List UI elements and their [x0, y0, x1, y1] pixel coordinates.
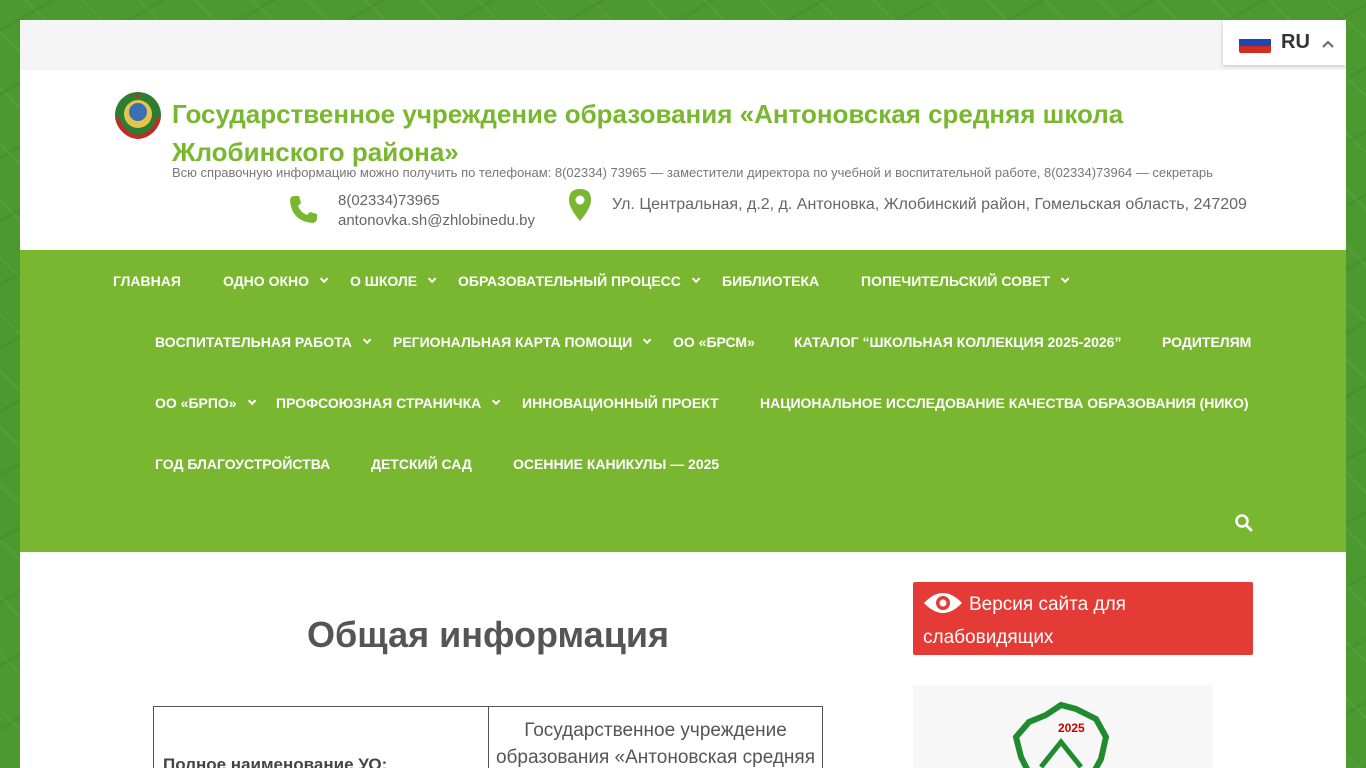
chevron-up-icon [1322, 35, 1334, 51]
nav-item-upbringing[interactable]: Воспитательная работа [155, 311, 372, 372]
top-bar: RU [20, 20, 1346, 70]
nav-item-innovation-project[interactable]: Инновационный проект [522, 372, 719, 433]
nav-label: ОО «БРСМ» [673, 333, 755, 350]
nav-item-brsm[interactable]: ОО «БРСМ» [673, 311, 755, 372]
nav-label: Одно окно [223, 272, 310, 289]
info-table: Полное наименование УО: Государственное … [153, 706, 823, 768]
page: RU Государственное учреждение образовани… [20, 20, 1346, 768]
table-cell-value: Государственное учреждение образования «… [495, 720, 816, 768]
main-content: Общая информация Полное наименование УО:… [20, 552, 1346, 768]
nav-item-kindergarten[interactable]: Детский сад [371, 433, 472, 494]
nav-item-catalog[interactable]: Каталог “Школьная коллекция 2025-2026” [794, 311, 1121, 372]
site-description: Всю справочную информацию можно получить… [172, 165, 1213, 180]
nav-row: Воспитательная работа Региональная карта… [20, 311, 1346, 372]
nav-label: Библиотека [722, 272, 820, 289]
main-navigation: Главная Одно окно О школе Образовательны… [20, 250, 1346, 552]
chevron-down-icon [319, 274, 329, 283]
nav-label: Региональная карта помощи [393, 333, 633, 350]
emblem-icon[interactable] [113, 90, 163, 140]
year-logo-widget[interactable]: 2025 [913, 685, 1213, 768]
nav-item-library[interactable]: Библиотека [722, 250, 819, 311]
nav-item-one-window[interactable]: Одно окно [223, 250, 329, 311]
nav-label: Национальное исследование качества образ… [760, 394, 1249, 411]
nav-row: ОО «БРПО» Профсоюзная страничка Инноваци… [20, 372, 1346, 433]
nav-item-brpo[interactable]: ОО «БРПО» [155, 372, 256, 433]
language-switcher[interactable]: RU [1223, 20, 1346, 65]
nav-label: Осенние каникулы — 2025 [513, 455, 720, 472]
contact-address: Ул. Центральная, д.2, д. Антоновка, Жлоб… [612, 196, 1247, 213]
chevron-down-icon [492, 396, 501, 405]
russia-flag-icon [1239, 31, 1271, 54]
nav-label: Профсоюзная страничка [276, 394, 482, 411]
nav-item-niko[interactable]: Национальное исследование качества образ… [760, 372, 1249, 433]
nav-label: Инновационный проект [522, 394, 719, 411]
search-icon[interactable] [1234, 513, 1254, 533]
widget-year: 2025 [1058, 721, 1085, 735]
contact-block: 8(02334)73965 antonovka.sh@zhlobinedu.by [338, 191, 535, 231]
low-vision-version-button[interactable]: Версия сайта для слабовидящих [913, 582, 1253, 655]
nav-label: Год благоустройства [155, 455, 331, 472]
nav-item-year-of-improvement[interactable]: Год благоустройства [155, 433, 330, 494]
site-title[interactable]: Государственное учреждение образования «… [172, 95, 1132, 171]
table-row-label: Полное наименование УО: [163, 755, 388, 768]
map-pin-icon [569, 189, 591, 221]
page-title: Общая информация [307, 614, 669, 655]
chevron-down-icon [1060, 274, 1070, 283]
nav-label: Родителям [1162, 333, 1252, 350]
nav-label: Образовательный процесс [458, 272, 681, 289]
contact-phone[interactable]: 8(02334)73965 [338, 191, 535, 211]
chevron-down-icon [362, 335, 372, 344]
nav-label: Воспитательная работа [155, 333, 352, 350]
contact-email[interactable]: antonovka.sh@zhlobinedu.by [338, 211, 535, 231]
chevron-down-icon [247, 396, 256, 405]
nav-item-autumn-holidays[interactable]: Осенние каникулы — 2025 [513, 433, 719, 494]
chevron-down-icon [643, 335, 652, 344]
nav-row: Год благоустройства Детский сад Осенние … [20, 433, 1346, 494]
nav-item-parents[interactable]: Родителям [1162, 311, 1251, 372]
nav-label: Попечительский совет [861, 272, 1050, 289]
nav-label: Детский сад [371, 455, 472, 472]
table-cell-label: Полное наименование УО: [154, 707, 489, 768]
phone-icon [290, 196, 317, 223]
chevron-down-icon [691, 274, 701, 283]
site-header: Государственное учреждение образования «… [20, 70, 1346, 250]
nav-label: О школе [350, 272, 418, 289]
chevron-down-icon [427, 274, 437, 283]
nav-label: ОО «БРПО» [155, 394, 237, 411]
nav-item-board-of-trustees[interactable]: Попечительский совет [861, 250, 1070, 311]
nav-item-trade-union[interactable]: Профсоюзная страничка [276, 372, 501, 433]
eye-icon [924, 592, 962, 613]
nav-label: Главная [113, 272, 181, 289]
nav-item-education-process[interactable]: Образовательный процесс [458, 250, 701, 311]
nav-label: Каталог “Школьная коллекция 2025-2026” [794, 333, 1122, 350]
nav-item-about-school[interactable]: О школе [350, 250, 437, 311]
nav-item-home[interactable]: Главная [113, 250, 181, 311]
language-code: RU [1281, 31, 1310, 53]
nav-row: Главная Одно окно О школе Образовательны… [20, 250, 1346, 311]
nav-item-regional-help-map[interactable]: Региональная карта помощи [393, 311, 652, 372]
